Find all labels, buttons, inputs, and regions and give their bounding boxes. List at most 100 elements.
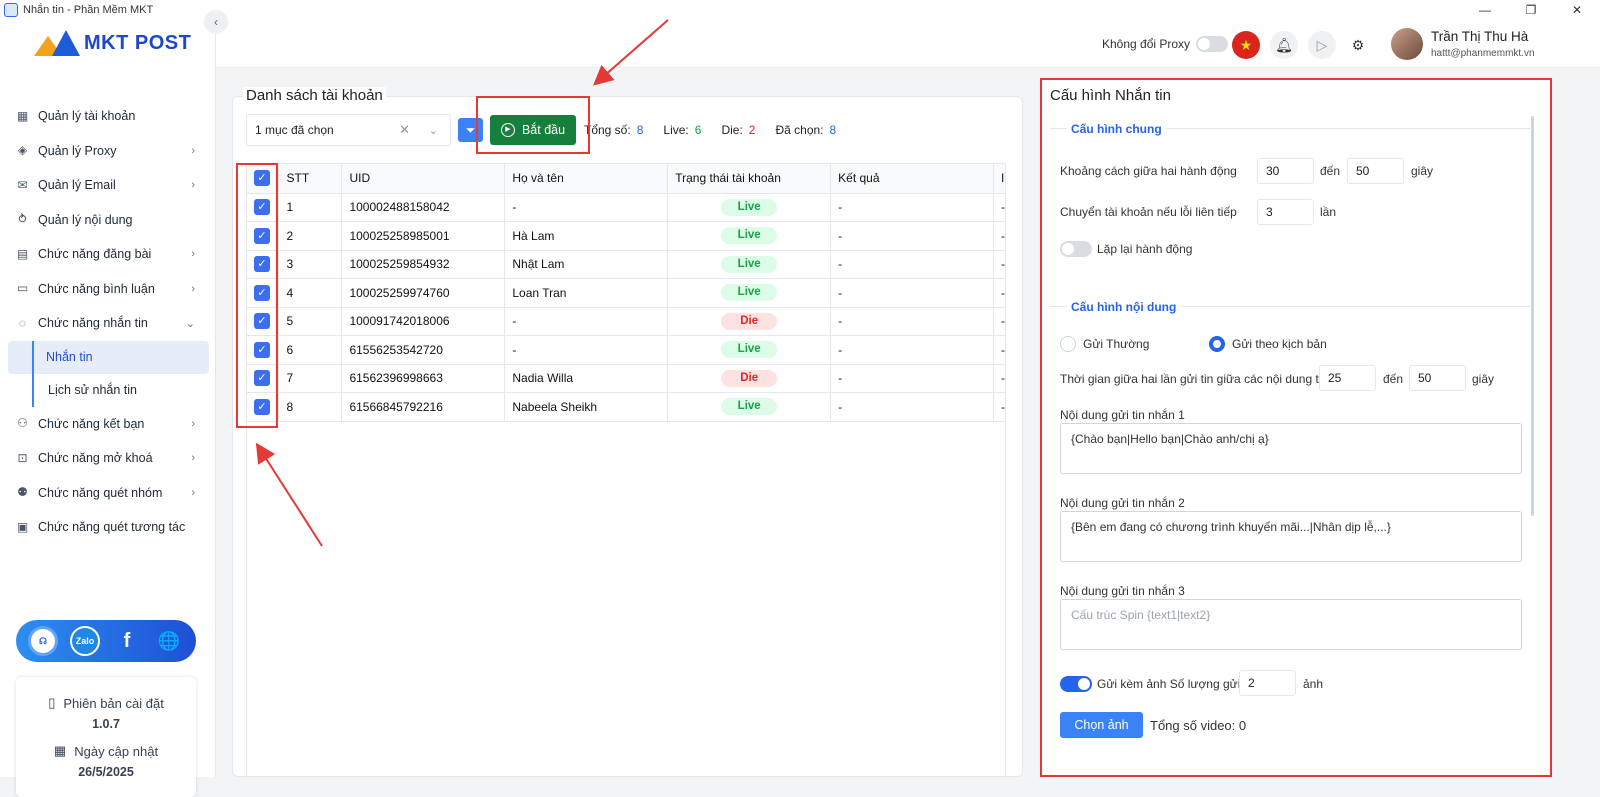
video-total-label: Tổng số video: 0 <box>1150 718 1247 733</box>
total-value: 8 <box>636 123 644 137</box>
status-badge: Die <box>721 312 778 330</box>
column-result[interactable]: Kết quả <box>830 164 994 194</box>
sidebar-item-11[interactable]: ⚉ Chức năng quét nhóm › <box>8 476 209 511</box>
cell-status: Die <box>667 307 832 336</box>
clear-icon[interactable]: ✕ <box>399 122 410 138</box>
between-to-input[interactable]: 50 <box>1409 365 1466 391</box>
cell-extra: - <box>993 193 1005 222</box>
chevron-icon: ⌄ <box>185 317 195 330</box>
table-row[interactable]: ✓ 5 100091742018006- Die - - <box>247 307 1005 336</box>
radio-script[interactable] <box>1209 336 1225 352</box>
chevron-icon: › <box>191 452 195 465</box>
cell-stt: 6 <box>278 335 343 365</box>
chevron-down-icon[interactable]: ⌄ <box>429 124 438 137</box>
bell-icon[interactable]: 🔔︎ <box>1270 31 1298 59</box>
sidebar-item-8[interactable]: Lịch sử nhắn tin <box>32 373 209 407</box>
cell-status: Live <box>667 250 832 279</box>
cell-name: Nabeela Sheikh <box>504 392 669 422</box>
delay-from-input[interactable]: 30 <box>1257 158 1314 184</box>
attach-count-input[interactable]: 2 <box>1239 670 1296 696</box>
switch-account-input[interactable]: 3 <box>1257 199 1314 225</box>
globe-icon[interactable]: 🌐 <box>154 626 184 656</box>
account-filter-select[interactable]: 1 mục đã chọn ✕ ⌄ <box>246 114 451 146</box>
table-row[interactable]: ✓ 8 61566845792216 Nabeela Sheikh Live - - <box>247 392 1005 422</box>
table-row[interactable]: ✓ 2 100025258985001 Hà Lam Live - - <box>247 221 1005 251</box>
choose-image-button[interactable]: Chọn ảnh <box>1060 712 1143 738</box>
radio-normal[interactable] <box>1060 336 1076 352</box>
cell-stt: 4 <box>278 278 343 308</box>
cell-status: Die <box>667 364 832 393</box>
minimize-button[interactable]: — <box>1462 0 1508 20</box>
cell-name: Loan Tran <box>504 278 669 308</box>
content-icon: ⥁ <box>18 212 27 227</box>
group-icon: ⚉ <box>17 485 28 500</box>
cell-uid: 100002488158042 <box>341 193 506 222</box>
sidebar-item-4[interactable]: ▤ Chức năng đăng bài › <box>8 237 209 272</box>
sidebar-item-10[interactable]: ⊡ Chức năng mở khoá › <box>8 441 209 476</box>
sidebar-item-7[interactable]: Nhắn tin <box>8 340 209 374</box>
table-row[interactable]: ✓ 3 100025259854932 Nhật Lam Live - - <box>247 250 1005 279</box>
facebook-icon[interactable]: f <box>112 626 142 656</box>
user-profile[interactable]: Trần Thị Thu Hà hattt@phanmemmkt.vn <box>1391 28 1535 60</box>
close-button[interactable]: ✕ <box>1554 0 1600 20</box>
die-value: 2 <box>748 123 756 137</box>
cell-uid: 100025259854932 <box>341 250 506 279</box>
message-3-textarea[interactable]: Cấu trúc Spin {text1|text2} <box>1060 599 1522 650</box>
sidebar-item-2[interactable]: ✉ Quản lý Email › <box>8 168 209 203</box>
table-row[interactable]: ✓ 4 100025259974760 Loan Tran Live - - <box>247 278 1005 308</box>
sidebar-item-label: Chức năng mở khoá <box>38 451 153 466</box>
cell-result: - <box>830 193 994 222</box>
zalo-icon[interactable]: Zalo <box>70 626 100 656</box>
message-2-textarea[interactable]: {Bên em đang có chương trình khuyến mãi.… <box>1060 511 1522 562</box>
radio-normal-label: Gửi Thường <box>1083 337 1150 351</box>
maximize-button[interactable]: ❐ <box>1508 0 1554 20</box>
sidebar-item-12[interactable]: ▣ Chức năng quét tương tác <box>8 510 209 545</box>
highlight-start-box <box>476 96 590 154</box>
column-uid[interactable]: UID <box>341 164 506 194</box>
attach-image-toggle[interactable] <box>1060 676 1092 692</box>
play-circle-icon[interactable]: ▷ <box>1308 31 1336 59</box>
window-title: Nhắn tin - Phần Mềm MKT <box>23 4 154 16</box>
cell-result: - <box>830 392 994 422</box>
sidebar-nav: ▦ Quản lý tài khoản ◈ Quản lý Proxy › ✉ Quản l… <box>8 99 209 545</box>
sidebar-item-9[interactable]: ⚇ Chức năng kết bạn › <box>8 407 209 442</box>
attach-unit-label: ảnh <box>1303 677 1324 691</box>
sidebar-item-5[interactable]: ▭ Chức năng bình luận › <box>8 272 209 307</box>
gear-icon[interactable]: ⚙ <box>1344 31 1372 59</box>
column-name[interactable]: Họ và tên <box>504 164 669 194</box>
post-icon: ▤ <box>16 246 29 261</box>
cell-name: Nadia Willa <box>504 364 669 393</box>
table-row[interactable]: ✓ 1 100002488158042- Live - - <box>247 193 1005 222</box>
column-stt[interactable]: STT <box>278 164 343 194</box>
between-from-input[interactable]: 25 <box>1319 365 1376 391</box>
delay-to-input[interactable]: 50 <box>1347 158 1404 184</box>
column-extra[interactable]: I <box>993 164 1005 194</box>
logo: MKT POST <box>34 30 191 56</box>
sidebar-item-6[interactable]: ◌ Chức năng nhắn tin ⌄ <box>8 306 209 341</box>
version-icon: ▯ <box>48 695 56 710</box>
sidebar-item-1[interactable]: ◈ Quản lý Proxy › <box>8 134 209 169</box>
account-table: ✓ STT UID Họ và tên Trạng thái tài khoản… <box>246 163 1006 777</box>
sidebar-item-0[interactable]: ▦ Quản lý tài khoản <box>8 99 209 134</box>
table-row[interactable]: ✓ 6 61556253542720- Live - - <box>247 335 1005 365</box>
delay-unit-label: giây <box>1411 164 1434 178</box>
message-3-label: Nội dung gửi tin nhắn 3 <box>1060 584 1185 598</box>
collapse-sidebar-button[interactable]: ‹ <box>204 10 228 34</box>
selected-label: Đã chọn: <box>775 123 824 137</box>
proxy-toggle[interactable] <box>1196 36 1229 52</box>
message-1-textarea[interactable]: {Chào bạn|Hello bạn|Chào anh/chị ạ} <box>1060 423 1522 474</box>
sidebar-item-label: Chức năng kết bạn <box>38 416 145 431</box>
cell-uid: 100025259974760 <box>341 278 506 308</box>
repeat-toggle[interactable] <box>1060 241 1092 257</box>
chevron-icon: › <box>191 179 195 192</box>
die-label: Die: <box>721 123 743 137</box>
config-scrollbar[interactable] <box>1531 116 1534 516</box>
sidebar-item-3[interactable]: ⥁ Quản lý nội dung <box>8 203 209 238</box>
live-value: 6 <box>694 123 702 137</box>
support-icon[interactable]: ☊ <box>28 626 58 656</box>
account-list-title: Danh sách tài khoản <box>243 87 386 104</box>
version-card: ▯ Phiên bản cài đặt 1.0.7 ▦ Ngày cập nhật … <box>16 677 196 797</box>
table-row[interactable]: ✓ 7 61562396998663 Nadia Willa Die - - <box>247 364 1005 393</box>
vietnam-flag-icon[interactable]: ★ <box>1232 31 1260 59</box>
column-status[interactable]: Trạng thái tài khoản <box>667 164 832 194</box>
